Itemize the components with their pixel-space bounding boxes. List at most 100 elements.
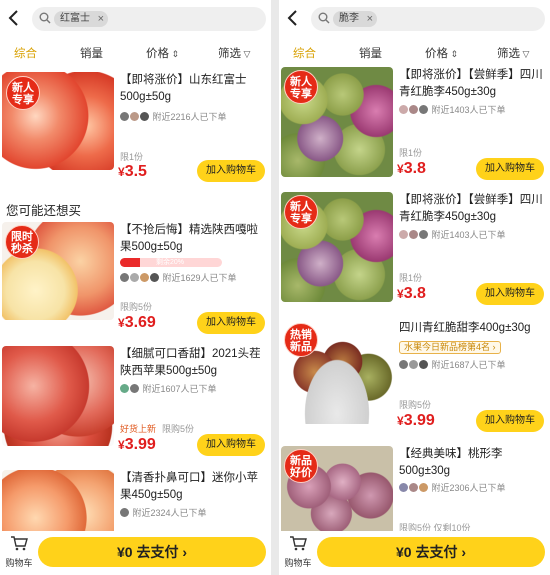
cart-button[interactable]: 购物车 <box>283 535 313 569</box>
stock-progress-text: 剩余20% <box>156 259 185 266</box>
product-image-peach-plum[interactable]: 新品 好价 <box>281 446 393 536</box>
product-title[interactable]: 【清香扑鼻可口】迷你小苹果450g±50g <box>120 470 268 504</box>
cart-icon <box>11 536 28 551</box>
search-keyword-chip[interactable]: 红富士 × <box>54 11 108 27</box>
sort-sales[interactable]: 销量 <box>359 45 382 61</box>
sold-count: 附近1687人已下单 <box>399 358 547 370</box>
sort-updown-icon: ⇕ <box>448 49 459 59</box>
new-user-badge: 新人 专享 <box>6 76 40 110</box>
search-input[interactable]: 红富士 × <box>32 7 266 31</box>
sold-count: 附近1629人已下单 <box>120 271 268 283</box>
sold-count: 附近1403人已下单 <box>399 103 547 115</box>
sort-sales[interactable]: 销量 <box>80 45 103 61</box>
search-keyword-chip[interactable]: 脆李 × <box>333 11 377 27</box>
sold-count: 附近2324人已下单 <box>120 506 268 518</box>
clear-keyword-icon[interactable]: × <box>98 11 104 27</box>
add-to-cart-button[interactable]: 加入购物车 <box>197 312 265 334</box>
search-keyword: 脆李 <box>339 13 359 24</box>
pay-button[interactable]: ¥0 去支付 › <box>317 537 545 567</box>
clear-keyword-icon[interactable]: × <box>367 11 373 27</box>
bottom-bar: 购物车 ¥0 去支付 › <box>279 531 550 575</box>
sort-filter[interactable]: 筛选 ▽ <box>497 45 529 61</box>
add-to-cart-button[interactable]: 加入购物车 <box>476 410 544 432</box>
cart-label: 购物车 <box>5 558 33 568</box>
add-to-cart-button[interactable]: 加入购物车 <box>197 160 265 182</box>
cart-icon <box>290 536 307 551</box>
product-image-shaanxi-apple[interactable] <box>2 346 114 446</box>
filter-icon: ▽ <box>520 49 530 59</box>
filter-label: 筛选 <box>497 48 520 60</box>
add-to-cart-button[interactable]: 加入购物车 <box>476 283 544 305</box>
top-bar: 红富士 × <box>0 0 271 36</box>
product-image-plum[interactable]: 新人 专享 <box>281 67 393 177</box>
sort-bar: 综合 销量 价格 ⇕ 筛选 ▽ <box>279 45 550 65</box>
product-price: ¥3.5 <box>118 163 147 180</box>
sold-count: 附近1607人已下单 <box>120 382 268 394</box>
ranking-label: 水果今日新品榜第4名 <box>404 342 491 352</box>
ranking-tag[interactable]: 水果今日新品榜第4名 › <box>399 341 501 354</box>
stock-progress-fill <box>120 258 141 267</box>
product-image-crisp-plum[interactable]: 热销 新品 <box>281 320 393 424</box>
new-user-badge: 新人 专享 <box>284 70 318 104</box>
recommend-section-title: 您可能还想买 <box>6 204 82 218</box>
back-arrow-icon[interactable] <box>285 9 301 27</box>
new-user-badge: 新人 专享 <box>284 195 318 229</box>
filter-icon: ▽ <box>241 49 251 59</box>
cart-button[interactable]: 购物车 <box>4 535 34 569</box>
sort-filter[interactable]: 筛选 ▽ <box>218 45 250 61</box>
new-good-price-badge: 新品 好价 <box>284 449 318 483</box>
product-price: ¥3.69 <box>118 314 156 331</box>
sold-count: 附近2306人已下单 <box>399 481 547 493</box>
product-title[interactable]: 【不抢后悔】精选陕西嘎啦果500g±50g <box>120 222 268 256</box>
sort-price-label: 价格 <box>146 48 169 60</box>
purchase-limit: 限购5份 <box>120 302 153 312</box>
purchase-limit: 限1份 <box>120 152 144 162</box>
sort-comprehensive[interactable]: 综合 <box>293 45 316 61</box>
product-price: ¥3.99 <box>397 412 435 429</box>
product-image-plum[interactable]: 新人 专享 <box>281 192 393 302</box>
pay-label: ¥0 去支付 <box>395 544 458 560</box>
search-keyword: 红富士 <box>60 13 90 24</box>
sold-count: 附近2216人已下单 <box>120 110 268 122</box>
new-arrival-tag: 好货上新 <box>120 424 157 434</box>
filter-label: 筛选 <box>218 48 241 60</box>
product-title[interactable]: 【即将涨价】【尝鲜季】四川青红脆李450g±30g <box>399 67 547 101</box>
flash-sale-badge: 限时 秒杀 <box>5 225 39 259</box>
search-icon <box>39 12 51 24</box>
product-title[interactable]: 四川青红脆甜李400g±30g <box>399 320 547 337</box>
top-bar: 脆李 × <box>279 0 550 36</box>
sold-count: 附近1403人已下单 <box>399 228 547 240</box>
left-screen: 红富士 × 综合 销量 价格 ⇕ 筛选 ▽ 新人 专享 【即将涨价】山东红富士50… <box>0 0 271 575</box>
add-to-cart-button[interactable]: 加入购物车 <box>476 158 544 180</box>
purchase-limit: 限1份 <box>399 148 423 158</box>
pay-button[interactable]: ¥0 去支付 › <box>38 537 266 567</box>
product-title[interactable]: 【经典美味】桃形李500g±30g <box>399 446 547 480</box>
product-image-gala-apple[interactable]: 限时 秒杀 <box>2 222 114 320</box>
sort-price[interactable]: 价格 ⇕ <box>425 45 458 61</box>
bottom-bar: 购物车 ¥0 去支付 › <box>0 531 271 575</box>
purchase-limit: 限1份 <box>399 273 423 283</box>
chevron-right-icon: › <box>178 544 188 560</box>
back-arrow-icon[interactable] <box>6 9 22 27</box>
purchase-limit: 限购5份 <box>399 400 432 410</box>
add-to-cart-button[interactable]: 加入购物车 <box>197 434 265 456</box>
sort-bar: 综合 销量 价格 ⇕ 筛选 ▽ <box>0 45 271 65</box>
sort-price-label: 价格 <box>425 48 448 60</box>
product-price: ¥3.8 <box>397 285 426 302</box>
chevron-right-icon: › <box>490 342 496 352</box>
search-icon <box>318 12 330 24</box>
hot-new-badge: 热销 新品 <box>284 323 318 357</box>
sort-price[interactable]: 价格 ⇕ <box>146 45 179 61</box>
cart-label: 购物车 <box>284 558 312 568</box>
sort-comprehensive[interactable]: 综合 <box>14 45 37 61</box>
product-title[interactable]: 【细腻可口香甜】2021头茬陕西苹果500g±50g <box>120 346 268 380</box>
product-title[interactable]: 【即将涨价】【尝鲜季】四川青红脆李450g±30g <box>399 192 547 226</box>
product-image-apple[interactable]: 新人 专享 <box>2 72 114 170</box>
search-input[interactable]: 脆李 × <box>311 7 545 31</box>
product-price: ¥3.8 <box>397 160 426 177</box>
chevron-right-icon: › <box>457 544 467 560</box>
pay-label: ¥0 去支付 <box>116 544 179 560</box>
purchase-limit: 好货上新 限购5份 <box>120 424 195 434</box>
product-title[interactable]: 【即将涨价】山东红富士500g±50g <box>120 72 268 106</box>
right-screen: 脆李 × 综合 销量 价格 ⇕ 筛选 ▽ 新人 专享 【即将涨价】【尝鲜季】四川青… <box>279 0 550 575</box>
